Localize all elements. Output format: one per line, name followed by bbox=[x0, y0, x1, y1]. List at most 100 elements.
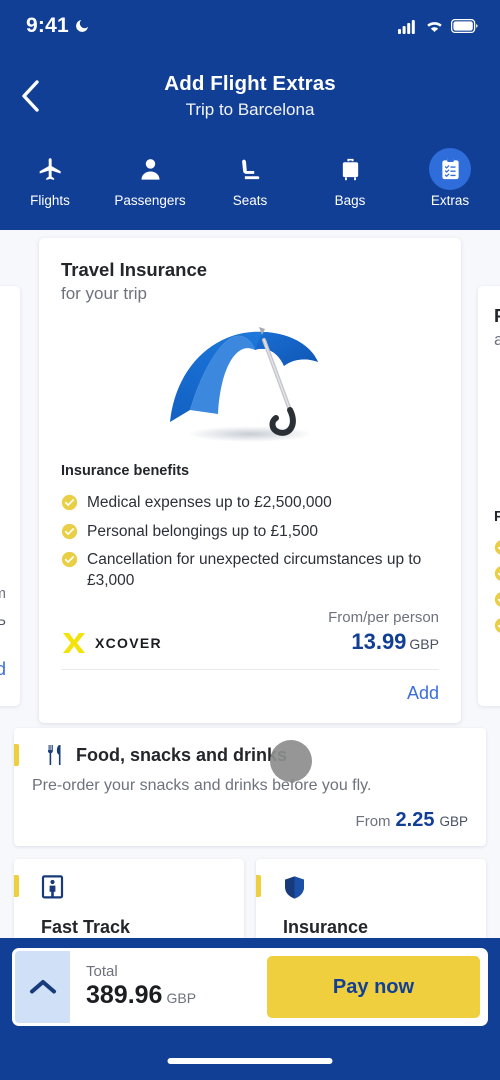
fast-track-title: Fast Track bbox=[41, 916, 131, 937]
clipboard-checklist-icon bbox=[441, 157, 459, 179]
benefit-item: Cancellation for unexpected circumstance… bbox=[61, 549, 439, 592]
insurance-card-footer: Add bbox=[61, 669, 439, 723]
side-right-title-fragment: Pa bbox=[494, 304, 500, 327]
tab-seats-icon-wrap bbox=[229, 148, 271, 190]
total-line: 389.96 GBP bbox=[86, 981, 267, 1010]
chevron-left-icon bbox=[22, 80, 39, 112]
benefits-list: Medical expenses up to £2,500,000 Person… bbox=[61, 492, 439, 599]
check-circle-icon bbox=[494, 540, 500, 555]
benefits-heading: Insurance benefits bbox=[61, 463, 190, 480]
xcover-mark-icon bbox=[63, 633, 85, 653]
insurance-icon-wrap bbox=[283, 875, 472, 905]
back-button[interactable] bbox=[8, 74, 52, 118]
insurance-small-title: Insurance bbox=[283, 916, 369, 937]
insurance-card-subtitle: for your trip bbox=[61, 284, 147, 304]
carousel-card-next[interactable]: Pa at Pa bbox=[478, 286, 500, 706]
food-card-header: Food, snacks and drinks bbox=[45, 744, 468, 766]
food-price-currency: GBP bbox=[439, 813, 468, 829]
fork-knife-icon bbox=[48, 745, 61, 765]
step-tab-bar: Flights Passengers Seats Bags Extras bbox=[0, 140, 500, 222]
food-card-title: Food, snacks and drinks bbox=[76, 744, 288, 765]
total-block: Total 389.96 GBP bbox=[70, 951, 267, 1023]
travel-insurance-card[interactable]: Travel Insurance for your trip Insurance… bbox=[39, 238, 461, 723]
total-label: Total bbox=[86, 962, 118, 980]
tab-extras-icon-wrap bbox=[429, 148, 471, 190]
benefit-item: Personal belongings up to £1,500 bbox=[61, 521, 439, 542]
insurance-card-title: Travel Insurance bbox=[61, 259, 208, 280]
side-right-benefits-heading-fragment: Pa bbox=[494, 509, 500, 526]
fast-track-card[interactable]: Fast Track bbox=[14, 858, 244, 949]
check-circle-icon bbox=[494, 618, 500, 633]
payment-summary-bar: Total 389.96 GBP Pay now bbox=[12, 948, 488, 1026]
food-price-amount: 2.25 bbox=[395, 808, 435, 831]
expand-summary-button[interactable] bbox=[15, 951, 70, 1023]
airplane-icon bbox=[39, 157, 61, 180]
price-line: 13.99 GBP bbox=[328, 629, 439, 655]
food-price-label: From bbox=[355, 812, 391, 830]
price-currency: GBP bbox=[409, 636, 439, 652]
check-circle-icon bbox=[494, 566, 500, 581]
tab-flights-label: Flights bbox=[30, 193, 70, 208]
page-subtitle: Trip to Barcelona bbox=[185, 99, 315, 119]
header-titles: Add Flight Extras Trip to Barcelona bbox=[164, 72, 335, 120]
home-indicator bbox=[167, 1058, 333, 1064]
insurance-price-row: XCOVER From/per person 13.99 GBP bbox=[61, 609, 439, 669]
card-accent-bar bbox=[14, 874, 19, 897]
chevron-up-icon bbox=[29, 980, 56, 994]
side-left-currency-fragment: BP bbox=[0, 616, 6, 632]
benefit-text: Cancellation for unexpected circumstance… bbox=[87, 550, 422, 590]
check-circle-icon bbox=[61, 551, 78, 568]
pay-now-button[interactable]: Pay now bbox=[267, 956, 480, 1018]
crescent-moon-icon bbox=[75, 20, 88, 32]
person-icon bbox=[141, 158, 159, 180]
tab-extras-label: Extras bbox=[430, 193, 470, 208]
status-time-group: 9:41 bbox=[26, 14, 90, 38]
xcover-logo: XCOVER bbox=[61, 631, 162, 655]
shield-icon bbox=[285, 876, 304, 899]
tab-bags-icon-wrap bbox=[329, 148, 371, 190]
benefit-text: Medical expenses up to £2,500,000 bbox=[87, 494, 332, 512]
seat-icon bbox=[241, 159, 259, 179]
check-circle-icon bbox=[494, 592, 500, 607]
side-left-add-fragment: dd bbox=[0, 659, 6, 679]
check-circle-icon bbox=[61, 495, 78, 511]
card-accent-bar bbox=[14, 744, 19, 766]
page-title: Add Flight Extras bbox=[164, 72, 336, 95]
blue-umbrella-illustration bbox=[61, 309, 439, 459]
cellular-signal-icon bbox=[398, 19, 415, 34]
extras-list: Food, snacks and drinks Pre-order your s… bbox=[0, 728, 500, 949]
tab-flights[interactable]: Flights bbox=[0, 148, 100, 208]
benefit-item: Medical expenses up to £2,500,000 bbox=[61, 492, 439, 513]
add-insurance-button[interactable]: Add bbox=[407, 683, 439, 704]
food-card-price-row: From 2.25 GBP bbox=[32, 809, 468, 832]
suitcase-icon bbox=[342, 158, 358, 180]
food-card-description: Pre-order your snacks and drinks before … bbox=[32, 777, 372, 794]
price-amount: 13.99 bbox=[351, 629, 407, 654]
price-label: From/per person bbox=[328, 609, 439, 626]
insurance-card-small[interactable]: Insurance bbox=[256, 858, 486, 949]
tab-seats-label: Seats bbox=[232, 193, 268, 208]
insurance-price-block: From/per person 13.99 GBP bbox=[328, 609, 439, 655]
side-right-check-list bbox=[494, 539, 500, 634]
xcover-wordmark: XCOVER bbox=[95, 635, 162, 651]
benefit-text: Personal belongings up to £1,500 bbox=[87, 522, 318, 540]
fast-track-icon-wrap bbox=[41, 875, 230, 905]
tab-flights-icon-wrap bbox=[29, 148, 71, 190]
card-accent-bar bbox=[256, 874, 261, 897]
carousel-card-previous[interactable]: om BP dd bbox=[0, 286, 20, 706]
side-right-subtitle-fragment: at bbox=[494, 330, 500, 350]
total-amount: 389.96 bbox=[86, 981, 163, 1010]
insurance-carousel[interactable]: om BP dd Pa at Pa Travel Insurance for y… bbox=[0, 238, 500, 738]
tab-passengers-label: Passengers bbox=[114, 193, 186, 208]
fast-track-gate-icon bbox=[41, 875, 64, 899]
extras-card-pair: Fast Track Insurance bbox=[14, 858, 486, 949]
tab-seats[interactable]: Seats bbox=[200, 148, 300, 208]
tab-extras[interactable]: Extras bbox=[400, 148, 500, 208]
wifi-icon bbox=[427, 21, 442, 32]
tab-bags-label: Bags bbox=[334, 193, 366, 208]
food-snacks-drinks-card[interactable]: Food, snacks and drinks Pre-order your s… bbox=[14, 728, 486, 846]
status-time: 9:41 bbox=[26, 14, 69, 37]
tab-passengers[interactable]: Passengers bbox=[100, 148, 200, 208]
tab-bags[interactable]: Bags bbox=[300, 148, 400, 208]
bottom-payment-bar: Total 389.96 GBP Pay now bbox=[0, 938, 500, 1080]
